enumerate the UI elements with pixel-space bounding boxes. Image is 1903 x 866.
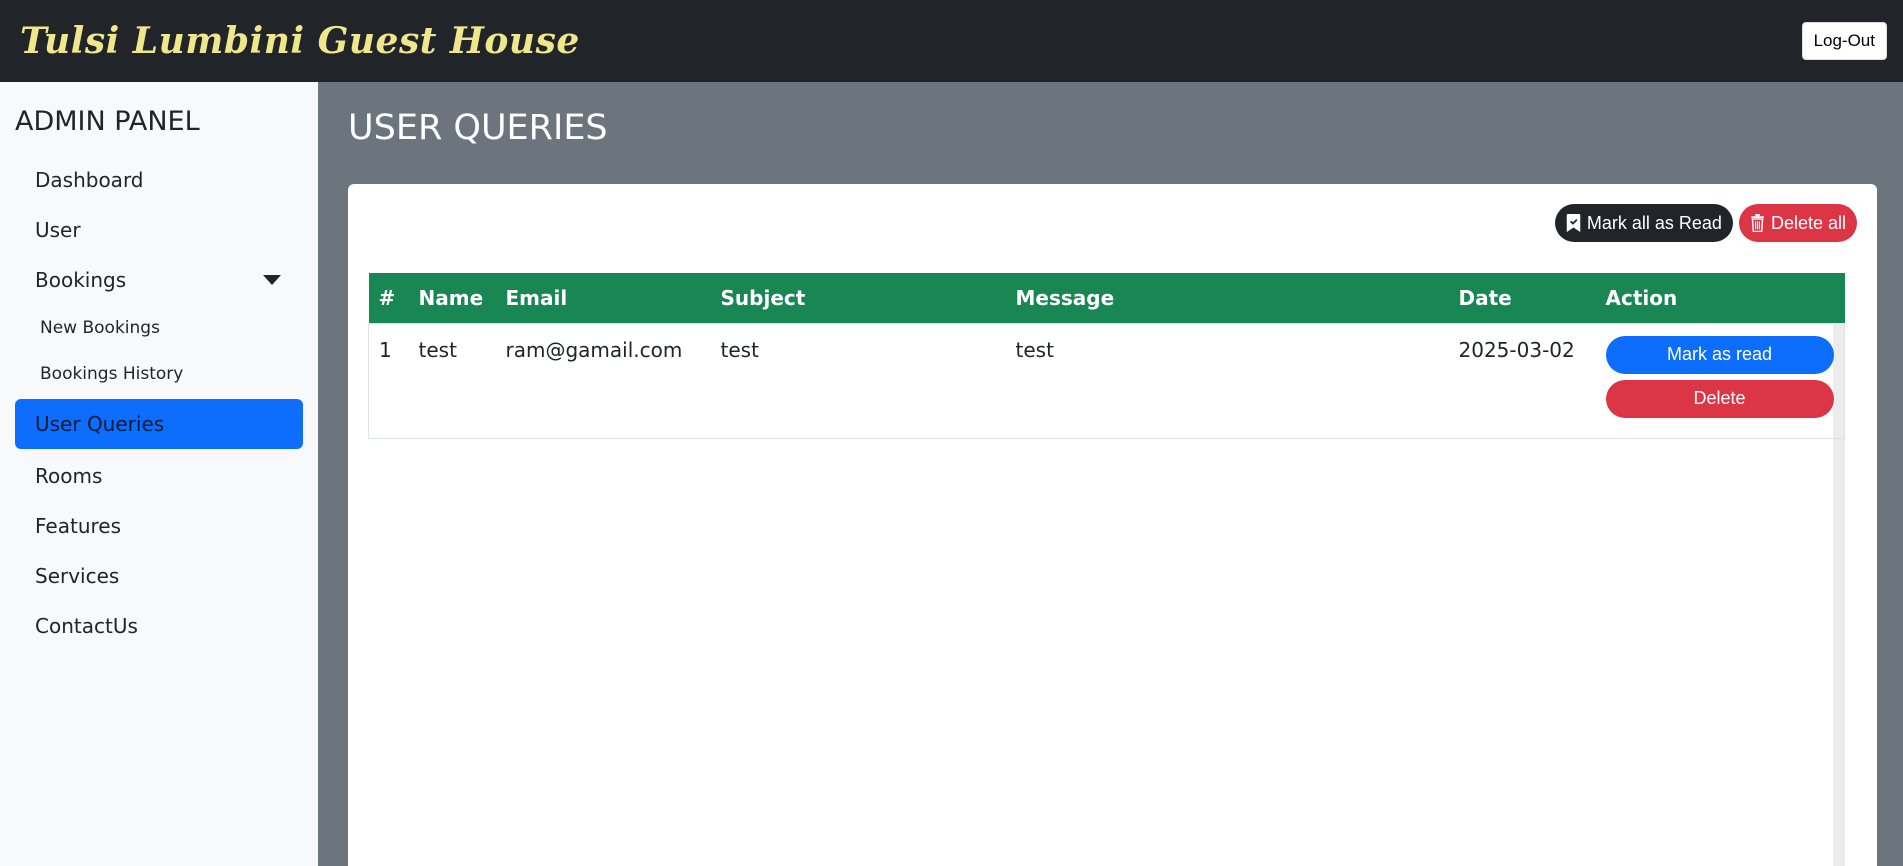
sidebar-item-new-bookings[interactable]: New Bookings [15,305,303,351]
delete-all-button[interactable]: Delete all [1738,204,1857,242]
column-header-email: Email [505,285,568,310]
queries-card: Mark all as Read Delete all # Name Email… [348,184,1877,866]
caret-down-icon[interactable] [263,275,281,285]
delete-all-label: Delete all [1770,212,1846,233]
bookmark-check-icon [1566,214,1581,232]
cell-name: test [418,337,457,362]
mark-all-read-button[interactable]: Mark all as Read [1554,204,1733,242]
sidebar-item-user-queries[interactable]: User Queries [15,399,303,449]
sidebar-item-contactus[interactable]: ContactUs [15,601,303,651]
sidebar-item-label: Bookings History [40,364,184,384]
sidebar-item-user[interactable]: User [15,205,303,255]
sidebar-item-bookings[interactable]: Bookings [15,255,303,305]
column-header-subject: Subject [720,285,806,310]
column-header-number: # [378,285,396,310]
sidebar-item-dashboard[interactable]: Dashboard [15,155,303,205]
top-navbar: Tulsi Lumbini Guest House Log-Out [0,0,1903,82]
sidebar-item-label: Rooms [35,464,103,488]
sidebar-item-label: User Queries [35,412,165,436]
cell-date: 2025-03-02 [1458,337,1575,362]
cell-subject: test [720,337,759,362]
sidebar-item-label: ContactUs [35,614,138,638]
sidebar-item-label: Services [35,564,120,588]
sidebar-item-label: User [35,218,81,242]
cell-number: 1 [379,337,392,362]
sidebar-item-label: New Bookings [40,318,160,338]
sidebar-item-label: Dashboard [35,168,144,192]
cell-email: ram@gamail.com [505,337,683,362]
cell-action: Mark as read Delete [1596,323,1845,438]
cell-message: test [1015,337,1054,362]
logout-button[interactable]: Log-Out [1801,22,1887,60]
sidebar-item-features[interactable]: Features [15,501,303,551]
page-title: USER QUERIES [348,108,608,148]
sidebar-item-services[interactable]: Services [15,551,303,601]
sidebar-item-label: Features [35,514,121,538]
mark-all-read-label: Mark all as Read [1586,212,1722,233]
table-header-row: # Name Email Subject Message Date Action [368,273,1845,323]
sidebar-item-label: Bookings [35,268,127,292]
bulk-actions: Mark all as Read Delete all [1554,204,1857,242]
column-header-name: Name [418,285,484,310]
sidebar: ADMIN PANEL Dashboard User Bookings New … [0,82,318,866]
delete-button[interactable]: Delete [1605,379,1834,418]
table-row: 1 test ram@gamail.com test test 2025-03-… [368,323,1845,438]
sidebar-item-bookings-history[interactable]: Bookings History [15,351,303,397]
admin-panel-title: ADMIN PANEL [15,106,200,137]
queries-table-wrapper: # Name Email Subject Message Date Action… [368,273,1845,866]
trash-icon [1751,214,1764,232]
column-header-action: Action [1605,285,1678,310]
brand-title[interactable]: Tulsi Lumbini Guest House [20,20,580,62]
mark-as-read-button[interactable]: Mark as read [1605,335,1834,374]
sidebar-item-rooms[interactable]: Rooms [15,451,303,501]
column-header-message: Message [1015,285,1115,310]
column-header-date: Date [1458,285,1512,310]
queries-table: # Name Email Subject Message Date Action… [368,273,1845,439]
